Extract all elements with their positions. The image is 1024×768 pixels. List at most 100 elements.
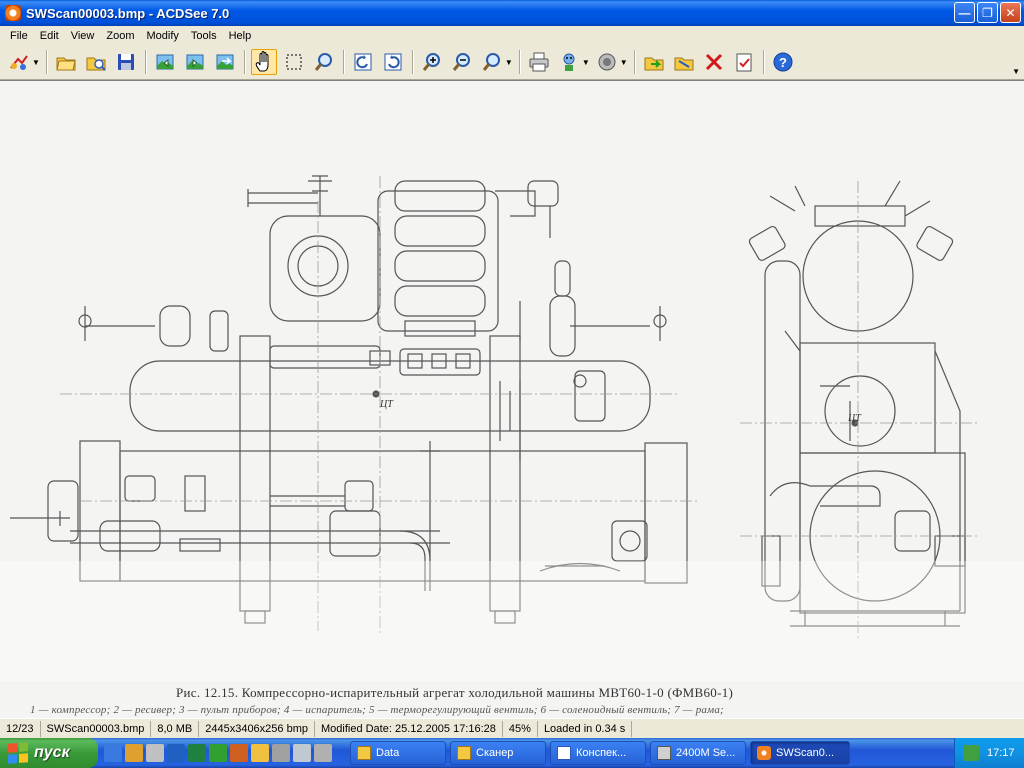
toolbar-separator [45,50,47,74]
excel-icon[interactable] [188,744,206,762]
internet-explorer-icon[interactable] [104,744,122,762]
menu-view[interactable]: View [65,30,101,42]
menu-file[interactable]: File [4,30,34,42]
properties-icon [736,53,752,72]
zoom-in-icon [422,53,440,71]
quick-launch [104,744,332,762]
menu-tools[interactable]: Tools [185,30,223,42]
menu-edit[interactable]: Edit [34,30,65,42]
scanner-quick-icon[interactable] [272,744,290,762]
window-title: SWScan00003.bmp - ACDSee 7.0 [26,5,230,21]
taskbar: пуск Data Сканер Конспек... 2400M Se... … [0,738,1024,768]
acquire-dropdown[interactable]: ▼ [32,58,40,67]
acquire-icon [10,55,28,70]
zoom-mode-icon [482,53,500,71]
explorer-icon[interactable] [146,744,164,762]
task-scanner-folder[interactable]: Сканер [450,741,546,765]
status-modified: Modified Date: 25.12.2005 17:16:28 [315,720,503,737]
status-filesize: 8,0 MB [151,720,200,737]
printer-quick-icon[interactable] [293,744,311,762]
slideshow-button[interactable] [556,49,582,75]
print-button[interactable] [526,49,552,75]
figure-caption: Рис. 12.15. Компрессорно-испарительный а… [176,685,734,700]
previous-image-button[interactable] [152,49,178,75]
compressor-head-right [814,205,906,227]
image-viewer[interactable]: ЦТ ЦТ Рис. 12.15. Компрессорно-испарител… [0,80,1024,718]
select-tool-icon [286,54,302,70]
next-image-button[interactable] [182,49,208,75]
powerpoint-icon[interactable] [230,744,248,762]
folder-icon [457,746,471,760]
maximize-button[interactable]: ❐ [977,2,998,23]
title-bar[interactable]: SWScan00003.bmp - ACDSee 7.0 — ❐ ✕ [0,0,1024,26]
move-to-button[interactable] [671,49,697,75]
acdsee-icon [757,746,771,760]
toolbar-separator [411,50,413,74]
delete-icon [705,53,722,71]
zoom-out-button[interactable] [449,49,475,75]
sound-button[interactable] [594,49,620,75]
window-controls: — ❐ ✕ [954,2,1021,23]
rotate-left-button[interactable] [350,49,376,75]
properties-button[interactable] [731,49,757,75]
svg-text:?: ? [779,55,787,70]
task-scanner-app[interactable]: 2400M Se... [650,741,746,765]
access-icon[interactable] [209,744,227,762]
compressor-cylinder-left [269,215,381,322]
acdsee-app-icon[interactable] [5,5,21,21]
toolbar-overflow-chevron-icon[interactable]: ▼ [1012,67,1020,76]
next-image-icon [186,54,204,70]
media-icon[interactable] [125,744,143,762]
hand-tool-button[interactable] [250,49,277,75]
center-mark-right: ЦТ [848,413,861,424]
delete-button[interactable] [701,49,727,75]
slideshow-icon [563,53,575,71]
task-label: Data [376,747,400,759]
toolbar: ▼ ▼ ▼ ▼ ? ▼ [0,45,1024,80]
acquire-button[interactable] [6,49,32,75]
scanner-icon [657,746,671,760]
task-data[interactable]: Data [350,741,446,765]
zoom-mode-button[interactable] [479,49,505,75]
help-button[interactable]: ? [770,49,796,75]
word-icon[interactable] [167,744,185,762]
sound-icon [598,53,616,71]
copy-to-button[interactable] [641,49,667,75]
slideshow-dropdown[interactable]: ▼ [582,58,590,67]
task-document[interactable]: Конспек... [550,741,646,765]
menu-help[interactable]: Help [223,30,258,42]
open-folder-button[interactable] [83,49,109,75]
rotate-right-button[interactable] [380,49,406,75]
scanned-drawing: ЦТ ЦТ Рис. 12.15. Компрессорно-испарител… [0,81,1024,718]
start-label: пуск [34,744,70,761]
save-icon [117,54,134,70]
start-button[interactable]: пуск [0,738,98,768]
clock[interactable]: 17:17 [987,747,1015,759]
move-to-icon [674,57,694,71]
tool-quick-icon[interactable] [314,744,332,762]
status-loaded: Loaded in 0.34 s [538,720,633,737]
menu-modify[interactable]: Modify [140,30,184,42]
zoom-mode-dropdown[interactable]: ▼ [505,58,513,67]
minimize-button[interactable]: — [954,2,975,23]
sound-dropdown[interactable]: ▼ [620,58,628,67]
task-acdsee[interactable]: SWScan0... [750,741,850,765]
copy-to-icon [644,57,664,71]
task-label: Конспек... [576,747,627,759]
save-button[interactable] [113,49,139,75]
magnify-button[interactable] [311,49,337,75]
print-icon [529,52,549,72]
zoom-in-button[interactable] [419,49,445,75]
status-filename: SWScan00003.bmp [41,720,152,737]
status-dimensions: 2445x3406x256 bmp [199,720,315,737]
network-icon[interactable] [963,745,979,761]
select-tool-button[interactable] [281,49,307,75]
auto-advance-button[interactable] [212,49,238,75]
folder-icon [357,746,371,760]
program-icon[interactable] [251,744,269,762]
toolbar-separator [144,50,146,74]
close-button[interactable]: ✕ [1000,2,1021,23]
status-position: 12/23 [0,720,41,737]
menu-zoom[interactable]: Zoom [100,30,140,42]
browse-button[interactable] [53,49,79,75]
